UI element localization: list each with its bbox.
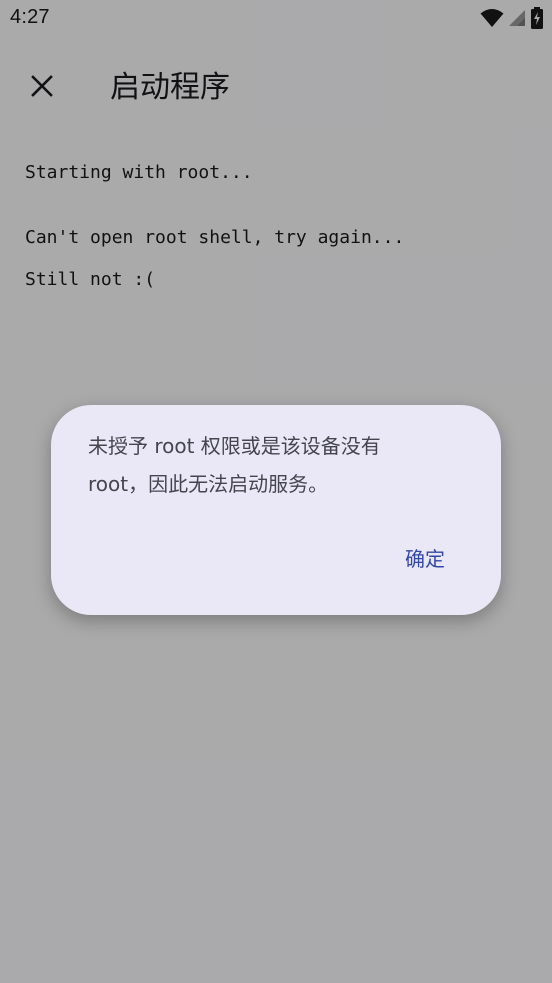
dialog-message-line: root，因此无法启动服务。 — [88, 472, 329, 496]
confirm-button[interactable]: 确定 — [395, 537, 455, 577]
alert-dialog: 未授予 root 权限或是该设备没有 root，因此无法启动服务。 确定 — [51, 405, 501, 615]
dialog-message-line: 未授予 root 权限或是该设备没有 — [88, 434, 381, 458]
dialog-message: 未授予 root 权限或是该设备没有 root，因此无法启动服务。 — [88, 427, 448, 503]
